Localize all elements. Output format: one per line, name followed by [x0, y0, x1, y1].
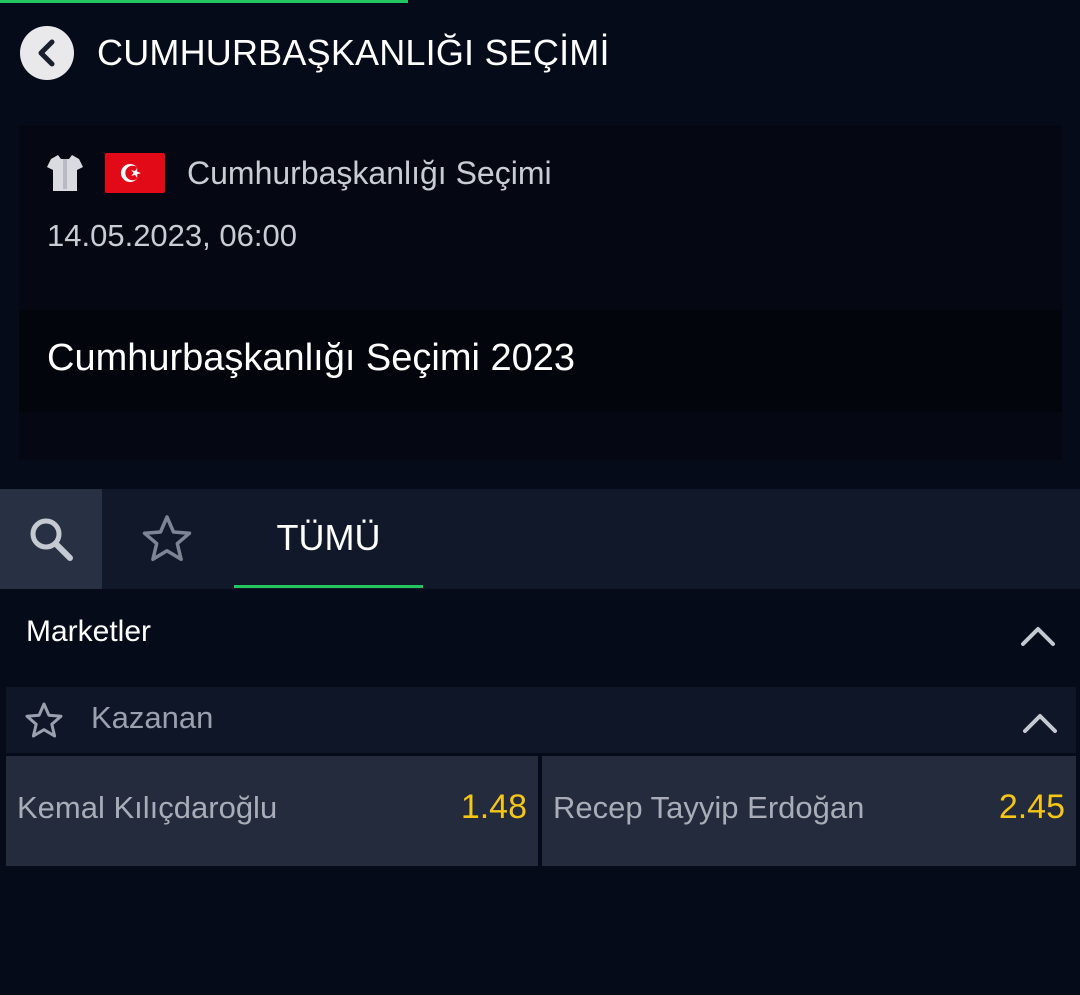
turkey-flag-icon: [105, 153, 165, 193]
tab-all-label: TÜMÜ: [276, 517, 381, 558]
league-name: Cumhurbaşkanlığı Seçimi: [187, 154, 552, 191]
odd-button-kilicdaroglu[interactable]: Kemal Kılıçdaroğlu 1.48: [6, 756, 538, 866]
selection-label: Kemal Kılıçdaroğlu: [17, 790, 278, 825]
event-card: Cumhurbaşkanlığı Seçimi 14.05.2023, 06:0…: [19, 125, 1062, 460]
markets-title: Marketler: [26, 615, 152, 648]
star-icon: [142, 515, 192, 562]
odds-row: Kemal Kılıçdaroğlu 1.48 Recep Tayyip Erd…: [6, 756, 1076, 866]
active-tab-indicator: [234, 585, 423, 588]
chevron-left-icon: [38, 39, 55, 67]
favorite-star-icon[interactable]: [24, 701, 64, 741]
jersey-icon: [47, 155, 83, 191]
event-name-bar: Cumhurbaşkanlığı Seçimi 2023: [19, 310, 1062, 412]
odds-value: 1.48: [460, 788, 527, 826]
odds-value: 2.45: [998, 788, 1065, 826]
market-name: Kazanan: [91, 700, 214, 735]
selection-label: Recep Tayyip Erdoğan: [553, 790, 865, 825]
market-group-header[interactable]: Kazanan: [6, 687, 1076, 753]
odd-button-erdogan[interactable]: Recep Tayyip Erdoğan 2.45: [542, 756, 1076, 866]
tab-all[interactable]: TÜMÜ: [234, 489, 423, 589]
event-datetime: 14.05.2023, 06:00: [47, 218, 297, 253]
tab-search[interactable]: [0, 489, 102, 589]
event-name: Cumhurbaşkanlığı Seçimi 2023: [47, 337, 576, 379]
markets-section-header[interactable]: Marketler: [0, 590, 1080, 678]
event-meta: Cumhurbaşkanlığı Seçimi: [47, 149, 552, 197]
chevron-up-icon: [1021, 627, 1055, 646]
chevron-up-icon: [1023, 714, 1057, 733]
search-icon: [30, 518, 73, 561]
event-page: CUMHURBAŞKANLIĞI SEÇİMİ Cumhurbaşkanlığı…: [0, 0, 1080, 995]
back-button[interactable]: [20, 26, 74, 80]
tabs-bar: TÜMÜ: [0, 489, 1080, 589]
page-header: CUMHURBAŞKANLIĞI SEÇİMİ: [0, 0, 1080, 108]
page-title: CUMHURBAŞKANLIĞI SEÇİMİ: [97, 32, 610, 73]
tab-favorites[interactable]: [117, 489, 217, 589]
